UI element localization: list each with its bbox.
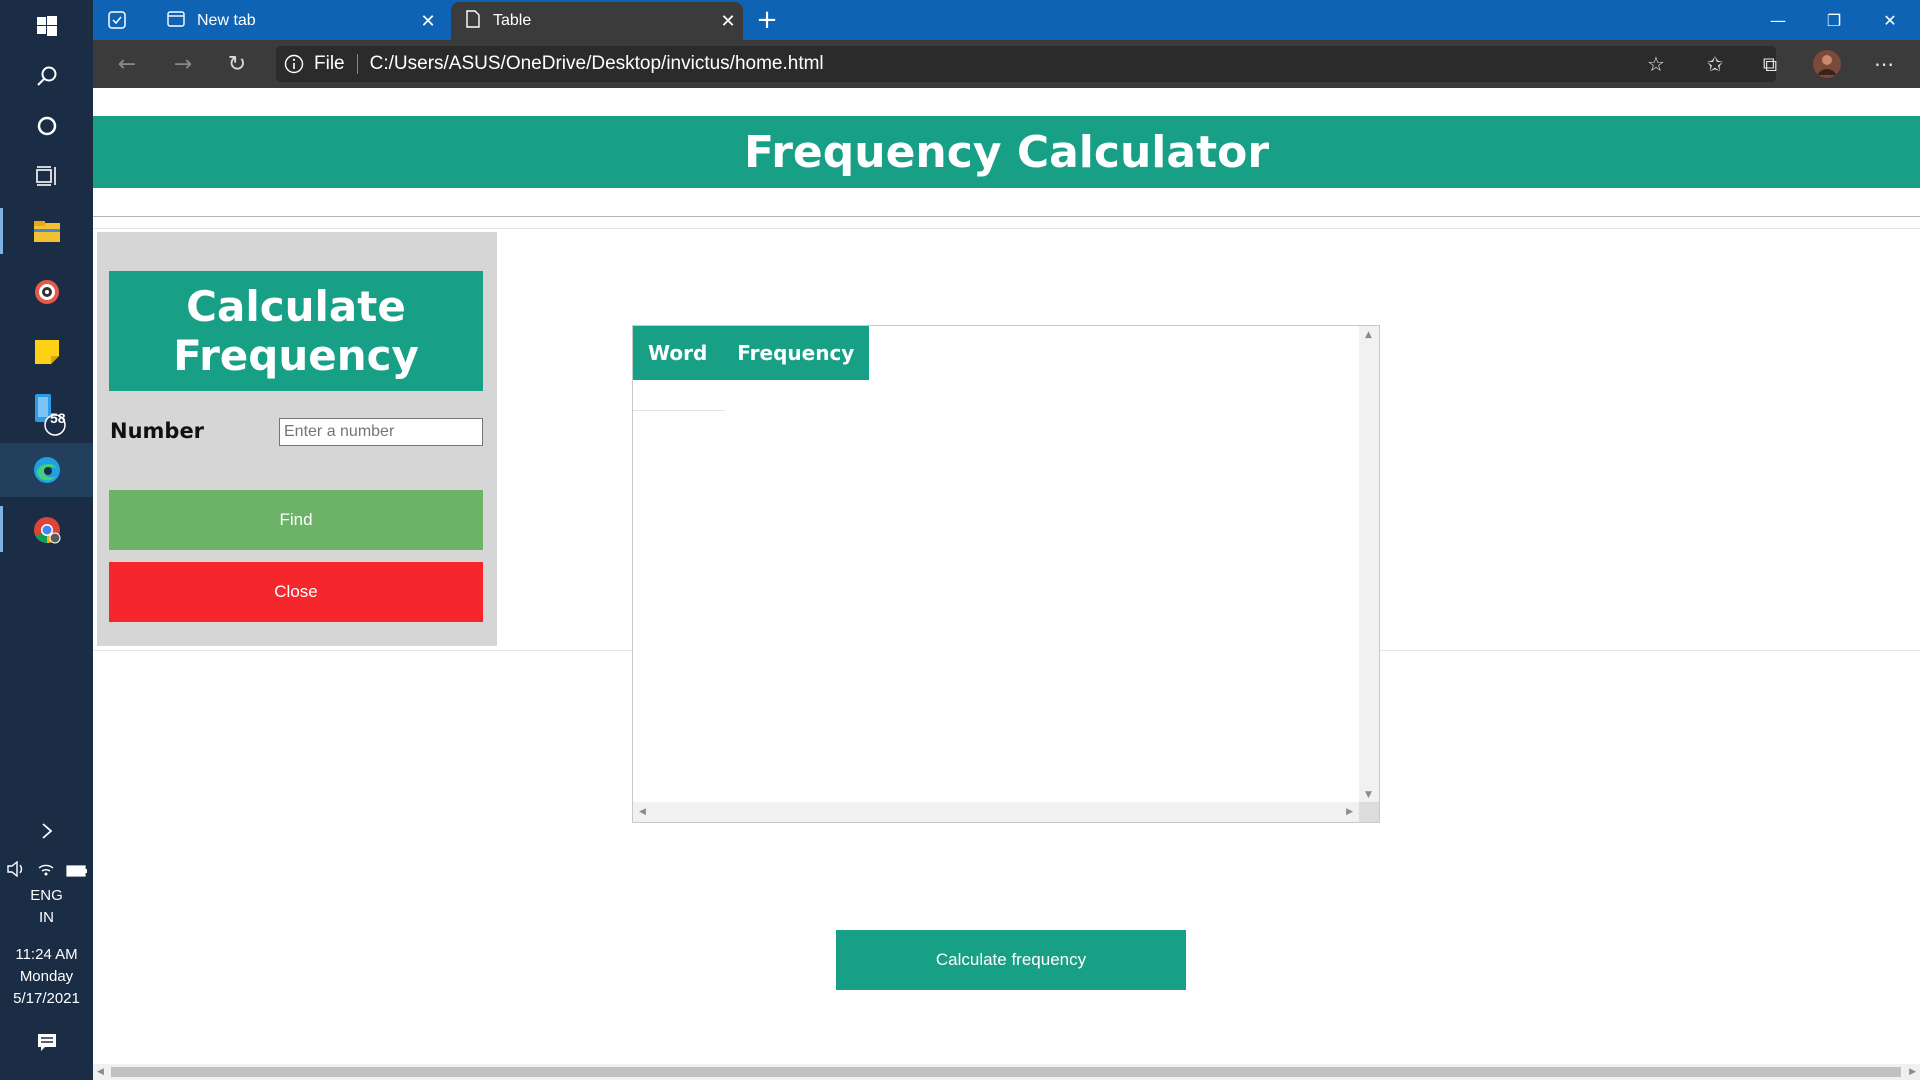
frequency-table: Word Frequency bbox=[633, 326, 870, 380]
action-center-icon[interactable] bbox=[0, 1018, 93, 1068]
phone-app-icon[interactable]: 58 bbox=[0, 388, 93, 440]
forward-arrow-icon: → bbox=[173, 51, 193, 77]
battery-icon[interactable] bbox=[65, 862, 88, 881]
page-icon bbox=[465, 9, 481, 33]
profile-avatar[interactable] bbox=[1807, 46, 1847, 82]
find-button[interactable]: Find bbox=[109, 490, 483, 550]
phone-badge: 58 bbox=[50, 410, 66, 426]
divider bbox=[93, 228, 1920, 229]
task-view-icon[interactable] bbox=[0, 150, 93, 202]
forward-button[interactable]: → bbox=[163, 46, 203, 82]
windows-start-icon[interactable] bbox=[0, 0, 93, 52]
sticky-notes-icon[interactable] bbox=[0, 326, 93, 378]
clock-date: 5/17/2021 bbox=[13, 990, 80, 1007]
new-tab-page-icon bbox=[167, 10, 185, 33]
scrollbar-corner bbox=[1359, 802, 1379, 822]
address-scheme: File bbox=[314, 53, 345, 74]
close-tab-icon[interactable]: ✕ bbox=[713, 11, 743, 32]
show-hidden-icons-icon[interactable] bbox=[0, 816, 93, 846]
tab-new-tab[interactable]: New tab ✕ bbox=[153, 2, 443, 40]
language-text: ENG bbox=[30, 887, 63, 904]
horizontal-scrollbar[interactable]: ◀ ▶ bbox=[633, 802, 1359, 822]
tab-table[interactable]: Table ✕ bbox=[451, 2, 743, 40]
close-icon: ✕ bbox=[1883, 10, 1897, 30]
tab-title: New tab bbox=[197, 12, 256, 29]
back-arrow-icon: ← bbox=[117, 51, 137, 77]
table-header-row: Word Frequency bbox=[633, 326, 870, 380]
close-tab-icon[interactable]: ✕ bbox=[413, 11, 443, 32]
chrome-icon[interactable] bbox=[0, 504, 93, 556]
tab-title: Table bbox=[493, 12, 532, 29]
restore-button[interactable]: ❐ bbox=[1806, 0, 1862, 40]
address-bar[interactable]: File C:/Users/ASUS/OneDrive/Desktop/invi… bbox=[276, 46, 1776, 82]
clock-time: 11:24 AM bbox=[15, 946, 78, 963]
browser-tabstrip: New tab ✕ Table ✕ + — ❐ ✕ bbox=[93, 0, 1920, 40]
minimize-button[interactable]: — bbox=[1750, 0, 1806, 40]
search-icon[interactable] bbox=[0, 50, 93, 102]
scroll-left-icon[interactable]: ◀ bbox=[97, 1067, 104, 1077]
wifi-icon[interactable] bbox=[37, 861, 55, 881]
column-header-frequency: Frequency bbox=[722, 326, 870, 380]
tab-actions-icon[interactable] bbox=[103, 6, 131, 34]
vertical-scrollbar[interactable]: ▲ ▼ bbox=[1359, 326, 1379, 804]
restore-icon: ❐ bbox=[1826, 10, 1842, 30]
edge-icon[interactable] bbox=[0, 443, 93, 497]
cortana-icon[interactable] bbox=[0, 100, 93, 152]
favorites-icon[interactable]: ✩ bbox=[1695, 46, 1735, 82]
empty-table-row bbox=[633, 410, 725, 411]
minimize-icon: — bbox=[1770, 10, 1786, 30]
collections-icon[interactable]: ⧉ bbox=[1750, 46, 1790, 82]
more-options-icon[interactable]: ⋯ bbox=[1864, 46, 1904, 82]
volume-icon[interactable] bbox=[6, 860, 26, 881]
address-separator bbox=[356, 54, 358, 74]
clock[interactable]: 11:24 AM Monday 5/17/2021 bbox=[0, 944, 93, 1010]
plus-icon: + bbox=[756, 5, 778, 35]
number-input[interactable] bbox=[279, 418, 483, 446]
page-content: Frequency Calculator Calculate Frequency… bbox=[93, 88, 1920, 1064]
clock-day: Monday bbox=[19, 968, 74, 985]
windows-taskbar: 58 ENG IN 11:24 AM Monday 5/17/2021 bbox=[0, 0, 93, 1080]
address-url: C:/Users/ASUS/OneDrive/Desktop/invictus/… bbox=[369, 53, 824, 74]
info-icon[interactable] bbox=[284, 54, 304, 74]
browser-toolbar: ← → ↻ File C:/Users/ASUS/OneDrive/Deskto… bbox=[93, 40, 1920, 88]
number-label: Number bbox=[110, 419, 205, 443]
scrollbar-thumb[interactable] bbox=[111, 1067, 1901, 1077]
add-favorite-icon[interactable]: ☆ bbox=[1636, 46, 1676, 82]
scroll-right-icon[interactable]: ▶ bbox=[1346, 807, 1353, 817]
refresh-button[interactable]: ↻ bbox=[217, 46, 257, 82]
close-button[interactable]: Close bbox=[109, 562, 483, 622]
page-horizontal-scrollbar[interactable]: ◀ ▶ bbox=[93, 1064, 1920, 1080]
file-explorer-icon[interactable] bbox=[0, 206, 93, 258]
system-tray bbox=[0, 860, 93, 882]
language-indicator[interactable]: ENG IN bbox=[0, 885, 93, 929]
calculate-frequency-button[interactable]: Calculate frequency bbox=[836, 930, 1186, 990]
new-tab-button[interactable]: + bbox=[751, 4, 783, 36]
back-button[interactable]: ← bbox=[107, 46, 147, 82]
media-player-icon[interactable] bbox=[0, 266, 93, 318]
divider bbox=[93, 216, 1920, 217]
scroll-right-icon[interactable]: ▶ bbox=[1909, 1067, 1916, 1077]
scroll-down-icon[interactable]: ▼ bbox=[1365, 790, 1372, 800]
refresh-icon: ↻ bbox=[227, 51, 247, 77]
table-scroll-container[interactable]: Word Frequency ▲ ▼ ◀ ▶ bbox=[632, 325, 1380, 823]
calculator-panel: Calculate Frequency Number Find Close bbox=[97, 232, 497, 646]
header-banner: Frequency Calculator bbox=[93, 116, 1920, 188]
close-window-button[interactable]: ✕ bbox=[1862, 0, 1918, 40]
region-text: IN bbox=[39, 909, 54, 926]
scroll-left-icon[interactable]: ◀ bbox=[639, 807, 646, 817]
panel-title: Calculate Frequency bbox=[109, 271, 483, 391]
scroll-up-icon[interactable]: ▲ bbox=[1365, 330, 1372, 340]
page-title: Frequency Calculator bbox=[743, 126, 1270, 178]
column-header-word: Word bbox=[633, 326, 723, 380]
